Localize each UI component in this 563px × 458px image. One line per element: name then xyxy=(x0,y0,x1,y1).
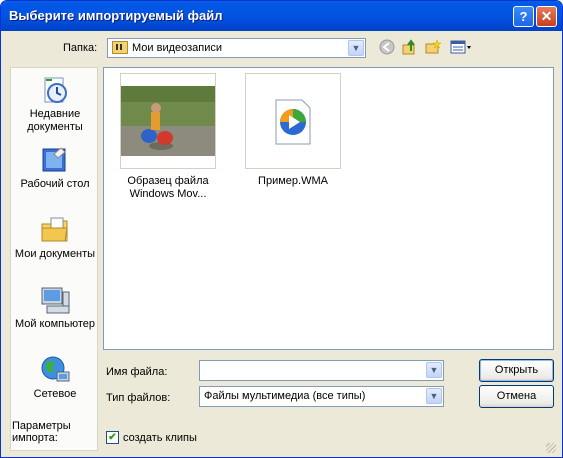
new-folder-icon[interactable] xyxy=(424,39,442,57)
title-bar[interactable]: Выберите импортируемый файл ? ✕ xyxy=(1,1,562,31)
create-clips-label[interactable]: создать клипы xyxy=(123,432,197,444)
import-file-dialog: Выберите импортируемый файл ? ✕ Папка: М… xyxy=(0,0,563,458)
recent-documents-icon xyxy=(44,77,67,103)
place-label: Мои документы xyxy=(14,248,96,260)
filename-dropdown-arrow[interactable]: ▼ xyxy=(426,362,442,378)
place-network[interactable]: Сетевое xyxy=(11,354,97,401)
place-recent-documents[interactable]: Недавние документы xyxy=(11,74,97,134)
network-places-icon xyxy=(41,356,70,382)
lookin-combobox[interactable]: Мои видеозаписи ▼ xyxy=(107,38,366,58)
lookin-label: Папка: xyxy=(63,42,98,54)
place-my-computer[interactable]: Мой компьютер xyxy=(11,284,97,331)
filetype-combobox[interactable]: Файлы мультимедиа (все типы) ▼ xyxy=(199,386,444,407)
video-thumbnail xyxy=(120,73,216,169)
filetype-label: Тип файлов: xyxy=(106,392,171,404)
place-label: Мой компьютер xyxy=(14,318,96,330)
back-icon[interactable] xyxy=(378,39,396,57)
lookin-dropdown-arrow[interactable]: ▼ xyxy=(348,40,364,56)
create-clips-checkbox[interactable]: ✔ xyxy=(106,431,119,444)
help-button[interactable]: ? xyxy=(513,6,534,27)
resize-grip-icon[interactable] xyxy=(546,443,556,453)
filename-combobox[interactable]: ▼ xyxy=(199,360,444,381)
dialog-body: Папка: Мои видеозаписи ▼ Недавние докуме… xyxy=(5,31,558,455)
my-documents-icon xyxy=(41,217,68,242)
places-bar: Недавние документы Рабочий стол Мои доку… xyxy=(10,67,98,451)
close-button[interactable]: ✕ xyxy=(536,6,557,27)
desktop-icon xyxy=(42,147,66,172)
file-list[interactable]: Образец файла Windows Mov... Пример.WMA xyxy=(103,67,554,350)
open-button[interactable]: Открыть xyxy=(479,359,554,382)
place-desktop[interactable]: Рабочий стол xyxy=(11,144,97,191)
audio-thumbnail xyxy=(245,73,341,169)
place-label: Сетевое xyxy=(33,388,77,400)
file-label: Пример.WMA xyxy=(258,175,328,187)
cancel-button[interactable]: Отмена xyxy=(479,385,554,408)
import-options-label: Параметры импорта: xyxy=(12,420,71,444)
place-label: Рабочий стол xyxy=(20,178,90,190)
view-menu-icon[interactable] xyxy=(449,39,473,57)
window-title: Выберите импортируемый файл xyxy=(9,8,223,23)
file-label: Образец файла Windows Mov... xyxy=(127,175,209,200)
filename-label: Имя файла: xyxy=(106,366,168,378)
filetype-value: Файлы мультимедиа (все типы) xyxy=(204,390,366,402)
filetype-dropdown-arrow[interactable]: ▼ xyxy=(426,388,442,404)
file-item-video[interactable]: Образец файла Windows Mov... xyxy=(120,73,216,201)
lookin-value: Мои видеозаписи xyxy=(132,42,223,54)
up-folder-icon[interactable] xyxy=(401,39,419,57)
place-my-documents[interactable]: Мои документы xyxy=(11,214,97,261)
folder-video-icon xyxy=(112,41,128,54)
file-item-wma[interactable]: Пример.WMA xyxy=(245,73,341,188)
place-label: Недавние документы xyxy=(27,108,83,133)
my-computer-icon xyxy=(41,287,70,314)
